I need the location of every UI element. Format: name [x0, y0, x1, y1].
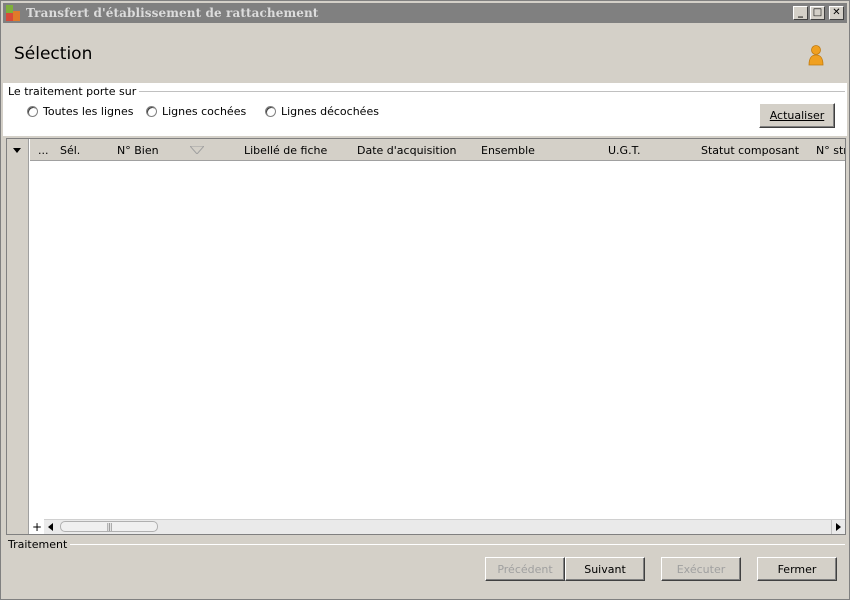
next-label: Suivant — [584, 562, 626, 576]
refresh-button[interactable]: Actualiser — [759, 103, 835, 128]
radio-circle-icon[interactable] — [146, 106, 157, 117]
maximize-button[interactable]: □ — [810, 6, 825, 20]
column-header-label[interactable]: Libellé de fiche — [244, 144, 327, 157]
scope-panel: Le traitement porte sur Toutes les ligne… — [3, 83, 847, 136]
radio-circle-icon[interactable] — [27, 106, 38, 117]
grid-row-selector-column — [7, 139, 29, 534]
grid-body[interactable] — [30, 162, 845, 518]
data-grid[interactable]: ... Sél. N° Bien Libellé de fiche Date d… — [6, 138, 846, 535]
app-logo-icon — [6, 5, 22, 21]
column-header-component-status[interactable]: Statut composant — [701, 144, 799, 157]
radio-label: Lignes cochées — [162, 105, 247, 118]
scroll-left-icon[interactable] — [48, 523, 53, 531]
minimize-button[interactable]: _ — [793, 6, 808, 20]
refresh-label: Actualiser — [769, 109, 825, 122]
radio-circle-icon[interactable] — [265, 106, 276, 117]
scroll-thumb[interactable]: ||| — [60, 521, 158, 532]
radio-all-lines[interactable]: Toutes les lignes — [27, 105, 133, 118]
close-label: Fermer — [777, 562, 817, 576]
column-header-select[interactable]: Sél. — [60, 144, 80, 157]
grid-header: ... Sél. N° Bien Libellé de fiche Date d… — [30, 139, 845, 161]
previous-button[interactable]: Précédent — [485, 557, 565, 581]
execute-label: Exécuter — [676, 562, 726, 576]
process-panel: Traitement Précédent Suivant Exécuter Fe… — [3, 537, 847, 597]
add-row-button[interactable]: + — [30, 519, 44, 534]
scroll-right-button[interactable] — [831, 520, 845, 534]
previous-label: Précédent — [497, 562, 553, 576]
radio-label: Toutes les lignes — [43, 105, 134, 118]
execute-button[interactable]: Exécuter — [661, 557, 741, 581]
title-bar[interactable]: Transfert d'établissement de rattachemen… — [3, 3, 847, 23]
process-legend: Traitement — [8, 538, 71, 551]
page-header: Sélection — [3, 23, 847, 83]
column-header-structure-number[interactable]: N° str — [816, 144, 845, 157]
scope-legend: Le traitement porte sur — [8, 85, 140, 98]
group-divider — [115, 91, 845, 92]
horizontal-scrollbar[interactable]: ||| — [44, 519, 845, 534]
column-header-group[interactable]: Ensemble — [481, 144, 535, 157]
radio-unchecked-lines[interactable]: Lignes décochées — [265, 105, 379, 118]
page-title: Sélection — [14, 44, 93, 64]
close-button[interactable]: Fermer — [757, 557, 837, 581]
group-divider — [61, 544, 845, 545]
window-title: Transfert d'établissement de rattachemen… — [26, 6, 319, 20]
column-header-ugt[interactable]: U.G.T. — [608, 144, 640, 157]
column-header-more[interactable]: ... — [38, 144, 49, 157]
next-button[interactable]: Suivant — [565, 557, 645, 581]
radio-label: Lignes décochées — [281, 105, 379, 118]
close-window-button[interactable]: ✕ — [829, 6, 844, 20]
radio-checked-lines[interactable]: Lignes cochées — [146, 105, 246, 118]
filter-icon[interactable] — [190, 146, 204, 154]
column-header-asset-number[interactable]: N° Bien — [117, 144, 159, 157]
app-window: Transfert d'établissement de rattachemen… — [0, 0, 850, 600]
user-icon[interactable] — [807, 44, 825, 66]
scroll-right-icon[interactable] — [836, 523, 841, 531]
column-header-acquisition-date[interactable]: Date d'acquisition — [357, 144, 456, 157]
column-menu-icon[interactable] — [13, 148, 21, 153]
